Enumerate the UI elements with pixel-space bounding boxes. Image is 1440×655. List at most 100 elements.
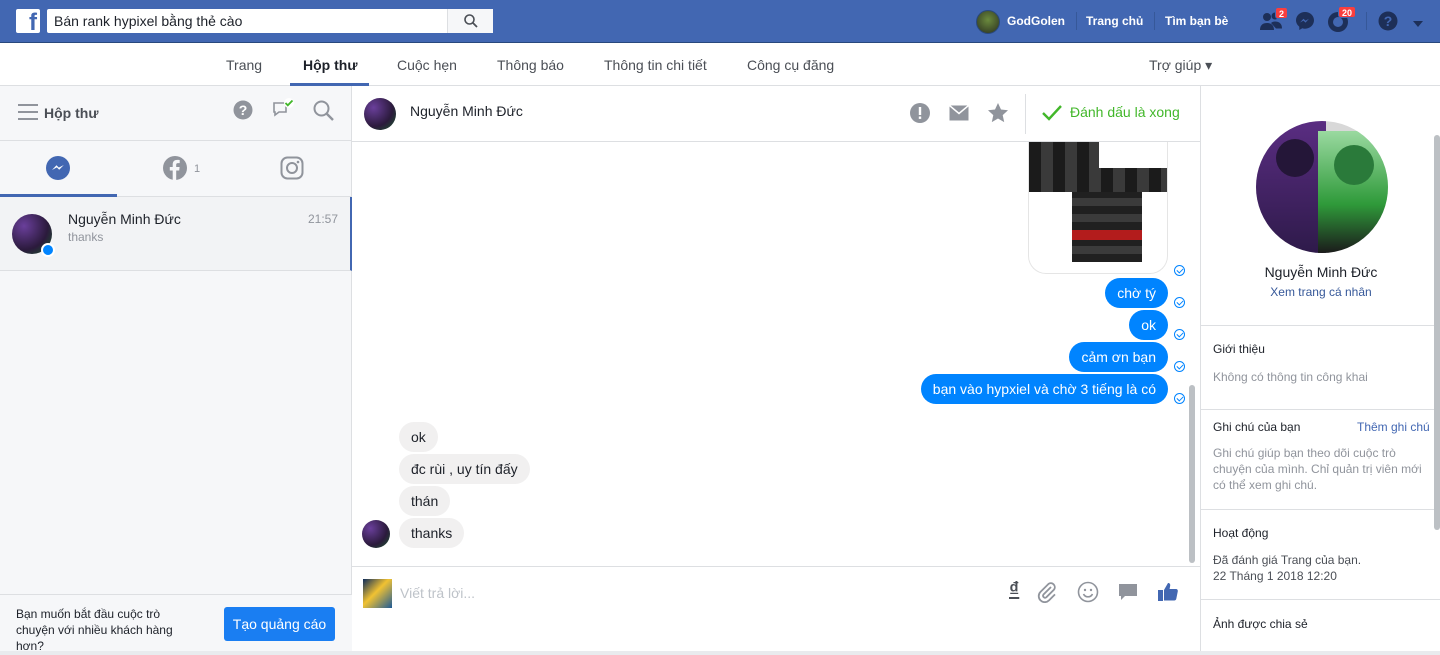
ad-promo-text: Bạn muốn bắt đầu cuộc trò chuyện với nhi…	[16, 607, 173, 653]
search-box	[47, 9, 493, 33]
tab-facebook[interactable]	[117, 141, 234, 197]
avatar[interactable]	[364, 98, 396, 130]
payment-icon[interactable]: ₫	[1009, 579, 1019, 602]
home-link[interactable]: Trang chủ	[1086, 14, 1143, 28]
tab-page[interactable]: Trang	[226, 57, 262, 73]
seen-icon	[1174, 393, 1185, 404]
inbox-title: Hộp thư	[44, 105, 99, 121]
star-icon[interactable]	[987, 102, 1009, 127]
mail-icon[interactable]	[949, 104, 969, 124]
notes-section: Ghi chú của bạn Thêm ghi chú Ghi chú giú…	[1201, 409, 1440, 509]
svg-text:?: ?	[1384, 13, 1393, 29]
mark-read-icon[interactable]	[272, 97, 296, 124]
bottom-edge	[0, 651, 1440, 655]
ad-promo: Bạn muốn bắt đầu cuộc trò chuyện với nhi…	[0, 594, 352, 653]
inbox-header: Hộp thư ?	[0, 86, 352, 141]
saved-replies-icon[interactable]	[1118, 583, 1138, 604]
like-icon[interactable]	[1157, 581, 1179, 606]
outgoing-message: bạn vào hypxiel và chờ 3 tiếng là có	[920, 374, 1168, 404]
conversation-panel: Nguyễn Minh Đức Đánh dấu là xong chờ tý …	[352, 86, 1200, 651]
facebook-count: 1	[194, 163, 201, 175]
message-thread: chờ tý ok cảm ơn bạn bạn vào hypxiel và …	[352, 142, 1200, 566]
notifications-badge: 20	[1338, 6, 1357, 18]
tab-inbox[interactable]: Hộp thư	[303, 57, 357, 73]
image-attachment[interactable]	[1028, 142, 1168, 274]
mark-done-button[interactable]: Đánh dấu là xong	[1042, 104, 1180, 121]
search-icon	[464, 14, 478, 28]
incoming-message: đc rùi , uy tín đấy	[399, 454, 530, 484]
page-tabs-bar: Trang Hộp thư Cuộc hẹn Thông báo Thông t…	[0, 43, 1440, 86]
spam-icon[interactable]	[909, 102, 931, 127]
shared-photos-section: Ảnh được chia sẻ	[1201, 599, 1440, 651]
tab-appointments[interactable]: Cuộc hẹn	[397, 57, 457, 73]
page-avatar	[363, 579, 392, 608]
messenger-icon[interactable]	[1295, 11, 1315, 34]
help-dropdown[interactable]: Trợ giúp ▾	[1149, 57, 1212, 74]
menu-icon[interactable]	[18, 104, 38, 120]
chevron-down-icon[interactable]	[1413, 16, 1423, 31]
divider	[1076, 12, 1077, 30]
conversation-list-item[interactable]: Nguyễn Minh Đức thanks 21:57	[0, 197, 352, 271]
reply-input[interactable]	[400, 582, 900, 604]
add-note-link[interactable]: Thêm ghi chú	[1357, 420, 1430, 434]
notes-text: Ghi chú giúp bạn theo dõi cuộc trò chuyệ…	[1213, 446, 1422, 492]
seen-icon	[1174, 297, 1185, 308]
divider	[1025, 94, 1026, 134]
notifications-icon[interactable]: 20	[1327, 6, 1357, 36]
scrollbar[interactable]	[1189, 385, 1195, 563]
user-name: GodGolen	[1007, 14, 1065, 28]
tab-instagram[interactable]	[234, 141, 351, 197]
incoming-message: ok	[399, 422, 438, 452]
activity-text: Đã đánh giá Trang của bạn.	[1213, 553, 1362, 567]
about-text: Không có thông tin công khai	[1213, 370, 1368, 384]
seen-icon	[1174, 265, 1185, 276]
conversation-header: Nguyễn Minh Đức Đánh dấu là xong	[352, 86, 1200, 142]
instagram-icon	[280, 156, 304, 180]
create-ad-button[interactable]: Tạo quảng cáo	[224, 607, 335, 641]
incoming-message: thán	[399, 486, 451, 516]
avatar	[976, 10, 1000, 34]
friend-requests-icon[interactable]: 2	[1259, 7, 1289, 34]
incoming-message: thanks	[399, 518, 465, 548]
search-icon[interactable]	[313, 100, 335, 125]
channel-tabs: 1	[0, 141, 352, 197]
thread-snippet: thanks	[68, 230, 104, 244]
facebook-logo-icon[interactable]: f	[16, 9, 40, 35]
question-icon[interactable]: ?	[233, 100, 253, 123]
search-button[interactable]	[447, 9, 493, 33]
top-navigation-bar: f GodGolen Trang chủ Tìm bạn bè 2 20 ?	[0, 0, 1440, 43]
contact-name[interactable]: Nguyễn Minh Đức	[410, 103, 523, 119]
tab-insights[interactable]: Thông tin chi tiết	[604, 57, 707, 73]
scrollbar[interactable]	[1434, 135, 1440, 530]
find-friends-link[interactable]: Tìm bạn bè	[1165, 14, 1228, 28]
about-title: Giới thiệu	[1213, 342, 1265, 356]
facebook-icon	[163, 156, 187, 180]
contact-details-panel: Nguyễn Minh Đức Xem trang cá nhân Giới t…	[1200, 86, 1440, 651]
search-input[interactable]	[47, 9, 447, 33]
mark-done-label: Đánh dấu là xong	[1070, 104, 1180, 120]
help-icon[interactable]: ?	[1378, 11, 1398, 34]
composer: ₫	[352, 566, 1200, 651]
divider	[1366, 12, 1367, 30]
checkmark-icon	[1042, 105, 1062, 121]
thread-time: 21:57	[307, 212, 338, 226]
divider	[1154, 12, 1155, 30]
tab-messenger[interactable]	[0, 141, 117, 197]
friend-requests-badge: 2	[1275, 7, 1289, 19]
activity-title: Hoạt động	[1213, 526, 1269, 540]
view-profile-link[interactable]: Xem trang cá nhân	[1201, 285, 1440, 299]
emoji-icon[interactable]	[1077, 581, 1099, 606]
profile-photo[interactable]	[1256, 121, 1388, 253]
avatar	[362, 520, 390, 548]
about-section: Giới thiệu Không có thông tin công khai	[1201, 325, 1440, 409]
tab-notifications[interactable]: Thông báo	[497, 57, 564, 73]
shared-photos-title: Ảnh được chia sẻ	[1213, 617, 1308, 631]
tab-publishing-tools[interactable]: Công cụ đăng	[747, 57, 834, 73]
profile-name: Nguyễn Minh Đức	[1264, 264, 1378, 280]
outgoing-message: chờ tý	[1105, 278, 1168, 308]
attachment-icon[interactable]	[1036, 581, 1058, 606]
activity-time: 22 Tháng 1 2018 12:20	[1213, 569, 1337, 583]
seen-icon	[1174, 329, 1185, 340]
messenger-icon	[46, 156, 70, 180]
svg-text:?: ?	[239, 102, 248, 118]
